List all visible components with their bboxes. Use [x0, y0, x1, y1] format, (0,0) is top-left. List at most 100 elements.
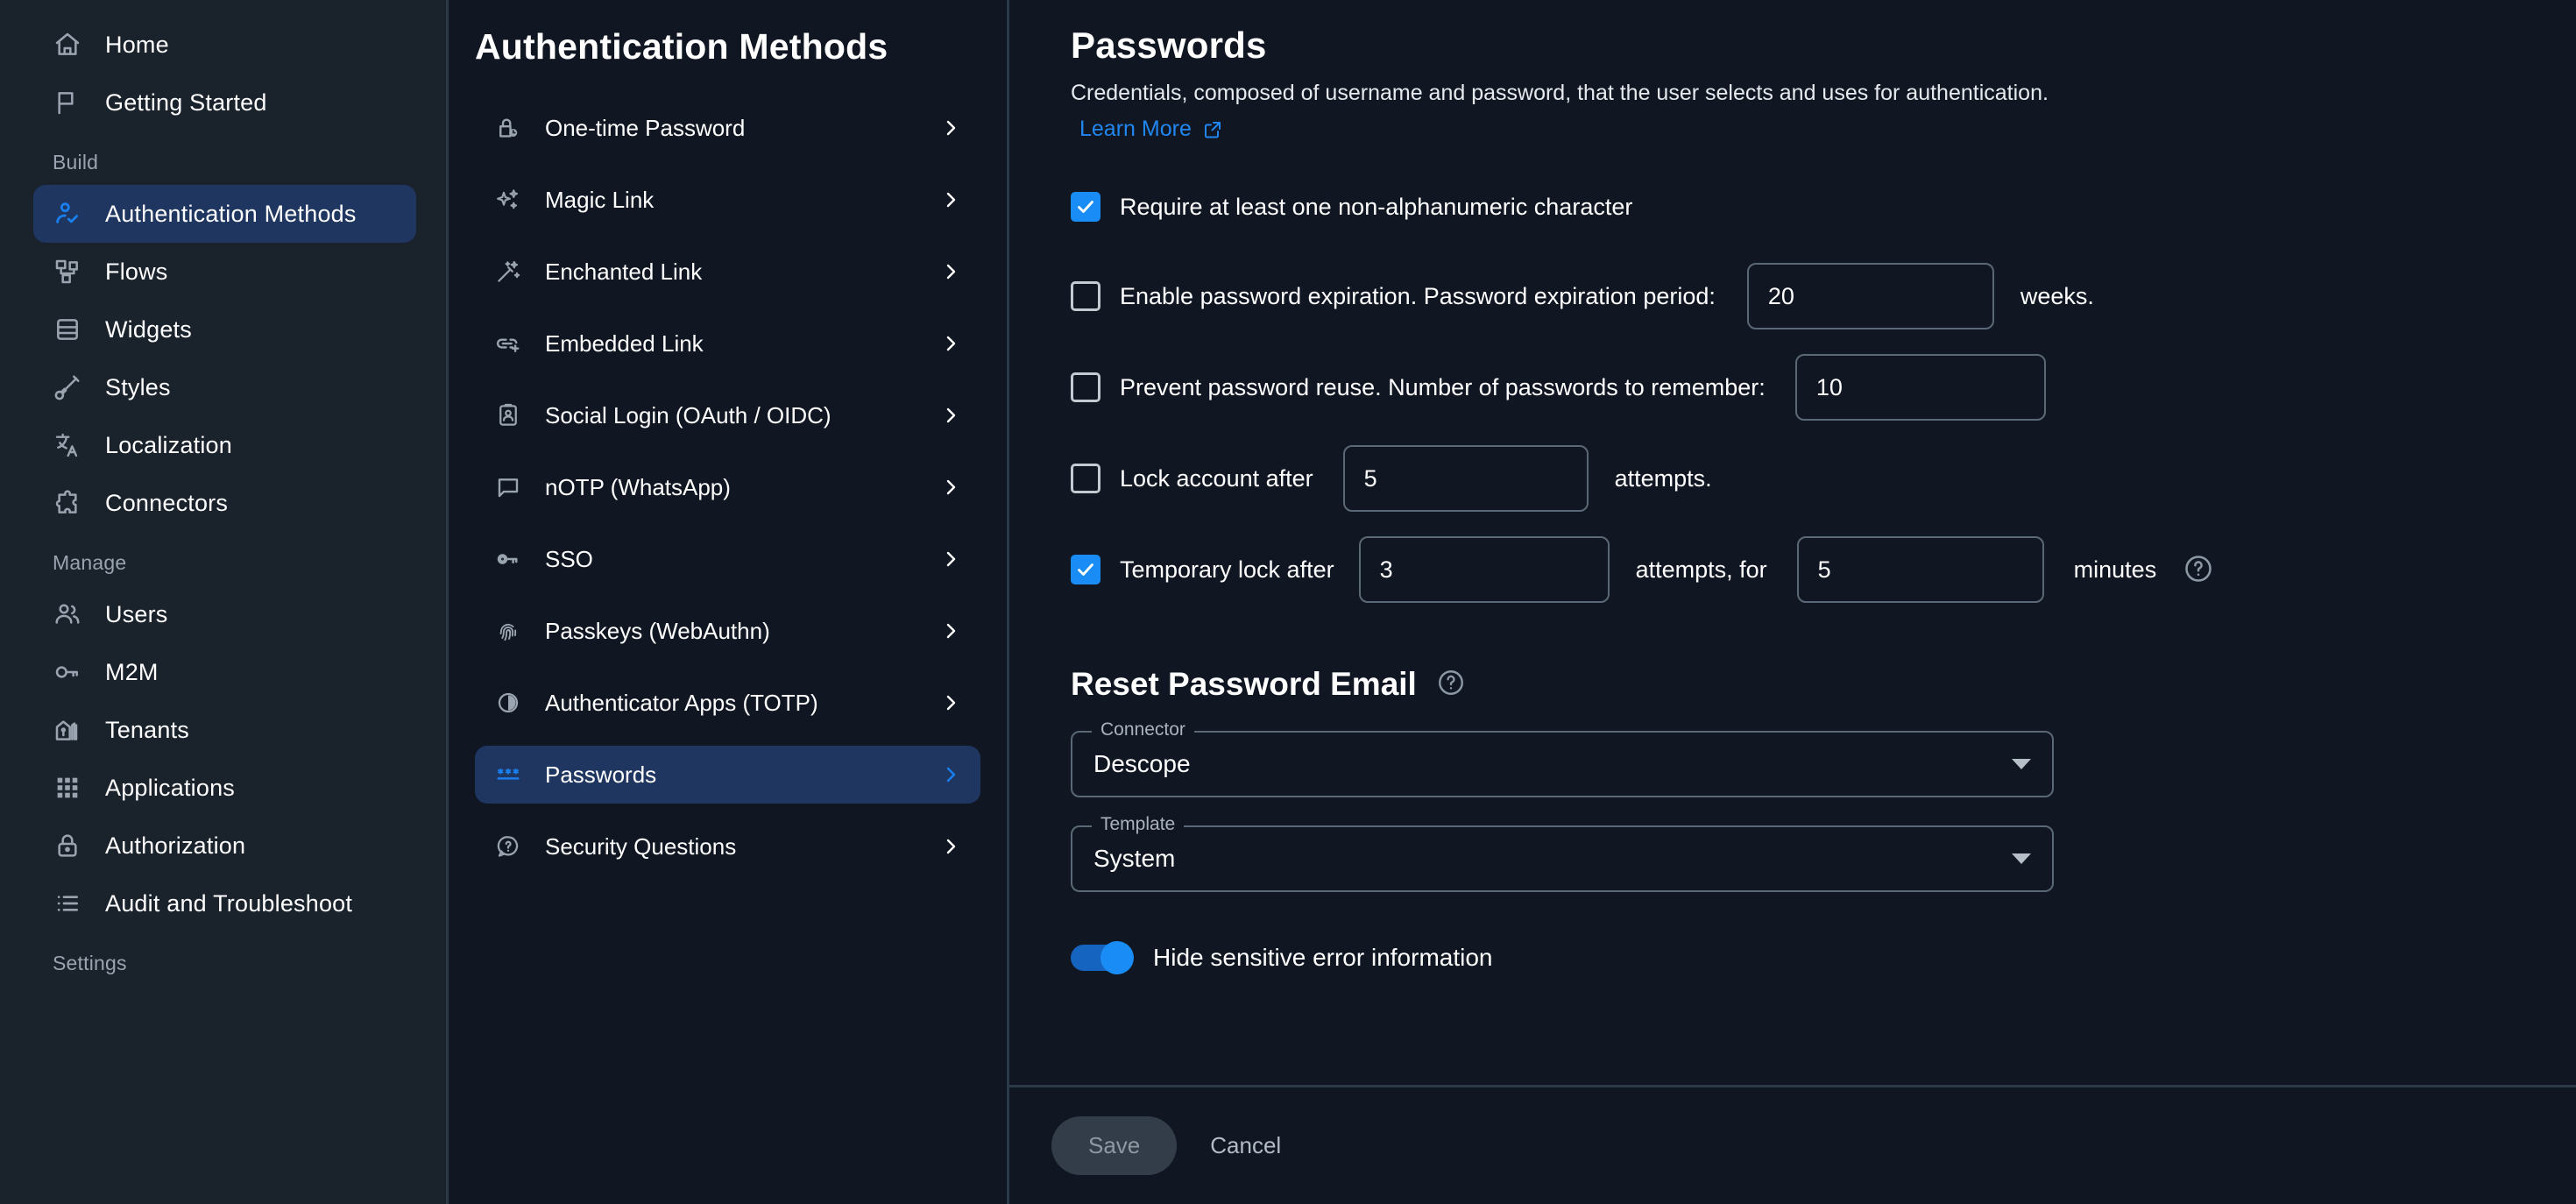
sidebar-section-manage: Manage — [53, 551, 127, 574]
input-temporary-lock-minutes[interactable]: 5 — [1796, 536, 2044, 603]
chevron-right-icon — [940, 261, 961, 282]
auth-method-security-questions[interactable]: Security Questions — [475, 818, 980, 875]
input-password-expiration-weeks[interactable]: 20 — [1746, 263, 1994, 329]
template-field: Template System — [1071, 814, 2054, 892]
question-chat-icon — [494, 832, 522, 861]
hide-sensitive-error-toggle[interactable] — [1071, 941, 1134, 974]
action-footer: Save Cancel — [1009, 1085, 2576, 1204]
auth-methods-list: One-time Password Magic Link Enchanted L… — [449, 67, 1007, 875]
sidebar-item-label: Connectors — [105, 489, 229, 516]
sidebar-item-label: Audit and Troubleshoot — [105, 889, 353, 917]
auth-method-label: One-time Password — [545, 114, 746, 141]
help-circle-icon[interactable] — [2183, 553, 2216, 586]
chevron-right-icon — [940, 405, 961, 426]
connector-field: Connector Descope — [1071, 719, 2054, 797]
learn-more-link[interactable]: Learn More — [1071, 117, 1223, 142]
auth-method-label: Passwords — [545, 761, 657, 788]
input-passwords-to-remember[interactable]: 10 — [1794, 354, 2046, 421]
sidebar-section-build: Build — [53, 151, 99, 174]
template-select[interactable]: System — [1071, 825, 2054, 892]
auth-method-one-time-password[interactable]: One-time Password — [475, 99, 980, 157]
id-card-icon — [494, 401, 522, 429]
key-icon — [53, 657, 82, 687]
option-suffix: weeks. — [2020, 282, 2094, 309]
sidebar-item-flows[interactable]: Flows — [33, 243, 416, 301]
option-label: Enable password expiration. Password exp… — [1120, 282, 1716, 309]
help-circle-icon[interactable] — [1436, 668, 1469, 701]
auth-method-label: Embedded Link — [545, 329, 704, 357]
sidebar-item-applications[interactable]: Applications — [33, 759, 416, 817]
chevron-right-icon — [940, 117, 961, 138]
template-legend: Template — [1092, 814, 1185, 835]
magic-wand-icon — [494, 258, 522, 286]
sidebar-item-tenants[interactable]: Tenants — [33, 701, 416, 759]
sidebar-item-home[interactable]: Home — [33, 16, 416, 74]
toggle-label: Hide sensitive error information — [1153, 944, 1493, 971]
sidebar-item-label: Flows — [105, 258, 168, 285]
auth-method-passwords[interactable]: Passwords — [475, 746, 980, 804]
auth-method-label: SSO — [545, 545, 593, 572]
checkbox-prevent-reuse[interactable] — [1071, 372, 1100, 402]
option-mid-suffix: attempts, for — [1635, 556, 1767, 583]
sidebar-item-label: Applications — [105, 774, 235, 801]
sidebar-item-authentication-methods[interactable]: Authentication Methods — [33, 185, 416, 243]
sidebar-item-label: M2M — [105, 658, 159, 685]
page-description: Credentials, composed of username and pa… — [1071, 81, 2049, 105]
sidebar-section-settings: Settings — [53, 952, 127, 974]
sidebar-item-label: Authorization — [105, 832, 246, 859]
password-options: Require at least one non-alphanumeric ch… — [1071, 175, 2576, 603]
sidebar-item-getting-started[interactable]: Getting Started — [33, 74, 416, 131]
auth-method-label: Enchanted Link — [545, 258, 703, 285]
sidebar-item-localization[interactable]: Localization — [33, 416, 416, 474]
checkbox-non-alphanumeric[interactable] — [1071, 192, 1100, 222]
input-temporary-lock-attempts[interactable]: 3 — [1358, 536, 1610, 603]
option-row-prevent-reuse: Prevent password reuse. Number of passwo… — [1071, 354, 2576, 421]
sidebar-item-connectors[interactable]: Connectors — [33, 474, 416, 532]
main-content: Passwords Credentials, composed of usern… — [1009, 0, 2576, 1204]
auth-method-sso[interactable]: SSO — [475, 530, 980, 588]
chevron-right-icon — [940, 764, 961, 785]
input-lock-account-attempts[interactable]: 5 — [1342, 445, 1589, 512]
chevron-right-icon — [940, 620, 961, 641]
flag-icon — [53, 88, 82, 117]
sidebar-item-label: Localization — [105, 431, 232, 458]
chevron-down-icon — [2012, 853, 2031, 864]
lock-clock-icon — [494, 114, 522, 142]
option-label: Prevent password reuse. Number of passwo… — [1120, 373, 1766, 400]
puzzle-icon — [53, 488, 82, 518]
toggle-knob — [1100, 941, 1134, 974]
cancel-button[interactable]: Cancel — [1192, 1116, 1299, 1175]
auth-method-magic-link[interactable]: Magic Link — [475, 171, 980, 229]
connector-legend: Connector — [1092, 719, 1194, 740]
auth-method-label: Authenticator Apps (TOTP) — [545, 689, 818, 716]
sidebar-item-label: Users — [105, 600, 168, 627]
list-icon — [53, 889, 82, 918]
auth-method-notp-whatsapp[interactable]: nOTP (WhatsApp) — [475, 458, 980, 516]
hide-sensitive-error-row: Hide sensitive error information — [1071, 941, 2576, 974]
auth-method-passkeys-webauthn[interactable]: Passkeys (WebAuthn) — [475, 602, 980, 660]
option-row-non-alphanumeric: Require at least one non-alphanumeric ch… — [1071, 175, 2576, 238]
template-value: System — [1093, 845, 1176, 872]
sidebar-item-users[interactable]: Users — [33, 585, 416, 643]
lock-icon — [53, 831, 82, 861]
checkbox-password-expiration[interactable] — [1071, 281, 1100, 311]
checkbox-temporary-lock[interactable] — [1071, 555, 1100, 584]
auth-method-embedded-link[interactable]: Embedded Link — [475, 315, 980, 372]
auth-method-label: Magic Link — [545, 186, 655, 213]
brush-icon — [53, 372, 82, 402]
checkbox-lock-account[interactable] — [1071, 464, 1100, 493]
chevron-down-icon — [2012, 759, 2031, 769]
chevron-right-icon — [940, 549, 961, 570]
sidebar-item-authorization[interactable]: Authorization — [33, 817, 416, 875]
chevron-right-icon — [940, 189, 961, 210]
sidebar-item-audit-and-troubleshoot[interactable]: Audit and Troubleshoot — [33, 875, 416, 932]
sidebar-item-widgets[interactable]: Widgets — [33, 301, 416, 358]
auth-method-social-login[interactable]: Social Login (OAuth / OIDC) — [475, 386, 980, 444]
sidebar-item-styles[interactable]: Styles — [33, 358, 416, 416]
auth-method-label: Social Login (OAuth / OIDC) — [545, 401, 832, 428]
auth-method-authenticator-apps-totp[interactable]: Authenticator Apps (TOTP) — [475, 674, 980, 732]
auth-method-enchanted-link[interactable]: Enchanted Link — [475, 243, 980, 301]
save-button[interactable]: Save — [1051, 1116, 1178, 1175]
connector-select[interactable]: Descope — [1071, 731, 2054, 797]
sidebar-item-m2m[interactable]: M2M — [33, 643, 416, 701]
